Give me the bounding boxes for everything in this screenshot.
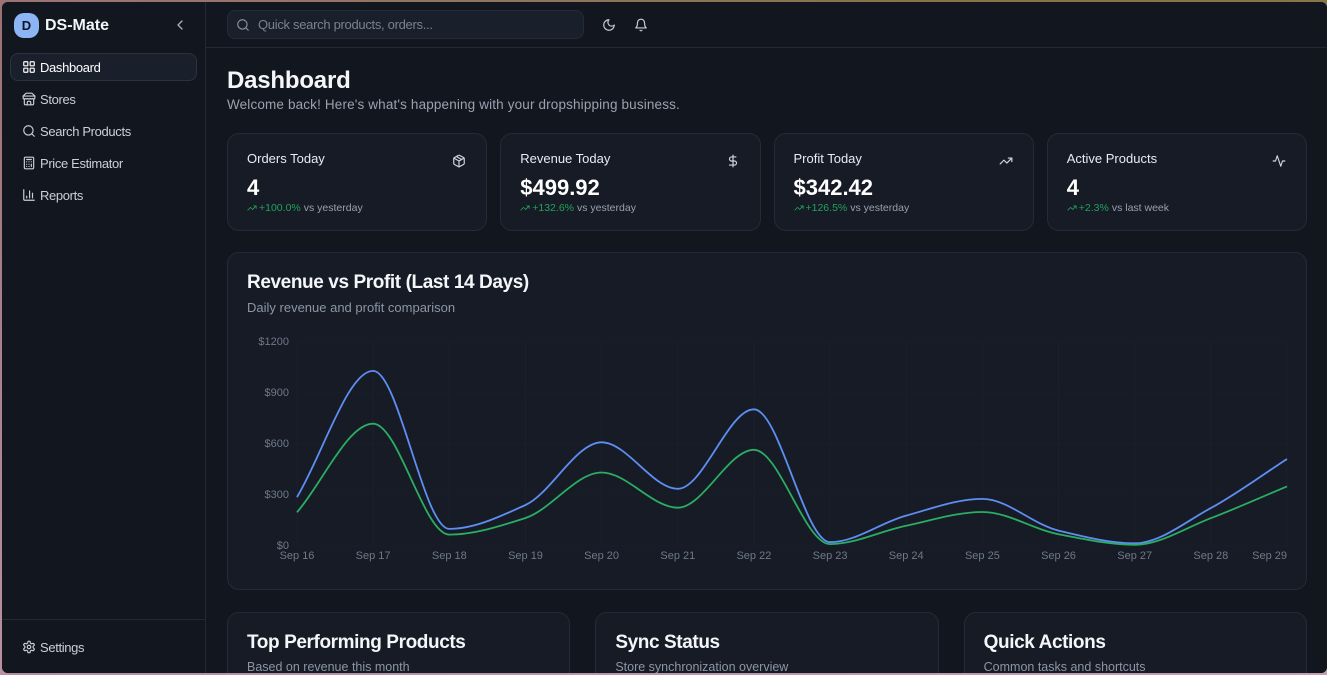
svg-text:$300: $300	[265, 489, 289, 501]
svg-text:$900: $900	[265, 387, 289, 399]
svg-text:Sep 24: Sep 24	[889, 550, 924, 562]
svg-text:Sep 20: Sep 20	[584, 550, 619, 562]
svg-text:Sep 25: Sep 25	[965, 550, 1000, 562]
svg-text:$1200: $1200	[258, 336, 289, 348]
svg-text:Sep 17: Sep 17	[356, 550, 391, 562]
svg-text:Sep 28: Sep 28	[1193, 550, 1228, 562]
svg-text:$0: $0	[277, 540, 289, 552]
svg-text:Sep 26: Sep 26	[1041, 550, 1076, 562]
svg-text:Sep 22: Sep 22	[736, 550, 771, 562]
svg-text:Sep 21: Sep 21	[660, 550, 695, 562]
svg-text:$600: $600	[265, 438, 289, 450]
svg-text:Sep 19: Sep 19	[508, 550, 543, 562]
svg-text:Sep 29: Sep 29	[1252, 550, 1287, 562]
svg-text:Sep 27: Sep 27	[1117, 550, 1152, 562]
svg-text:Sep 16: Sep 16	[280, 550, 315, 562]
svg-text:Sep 23: Sep 23	[813, 550, 848, 562]
svg-text:Sep 18: Sep 18	[432, 550, 467, 562]
